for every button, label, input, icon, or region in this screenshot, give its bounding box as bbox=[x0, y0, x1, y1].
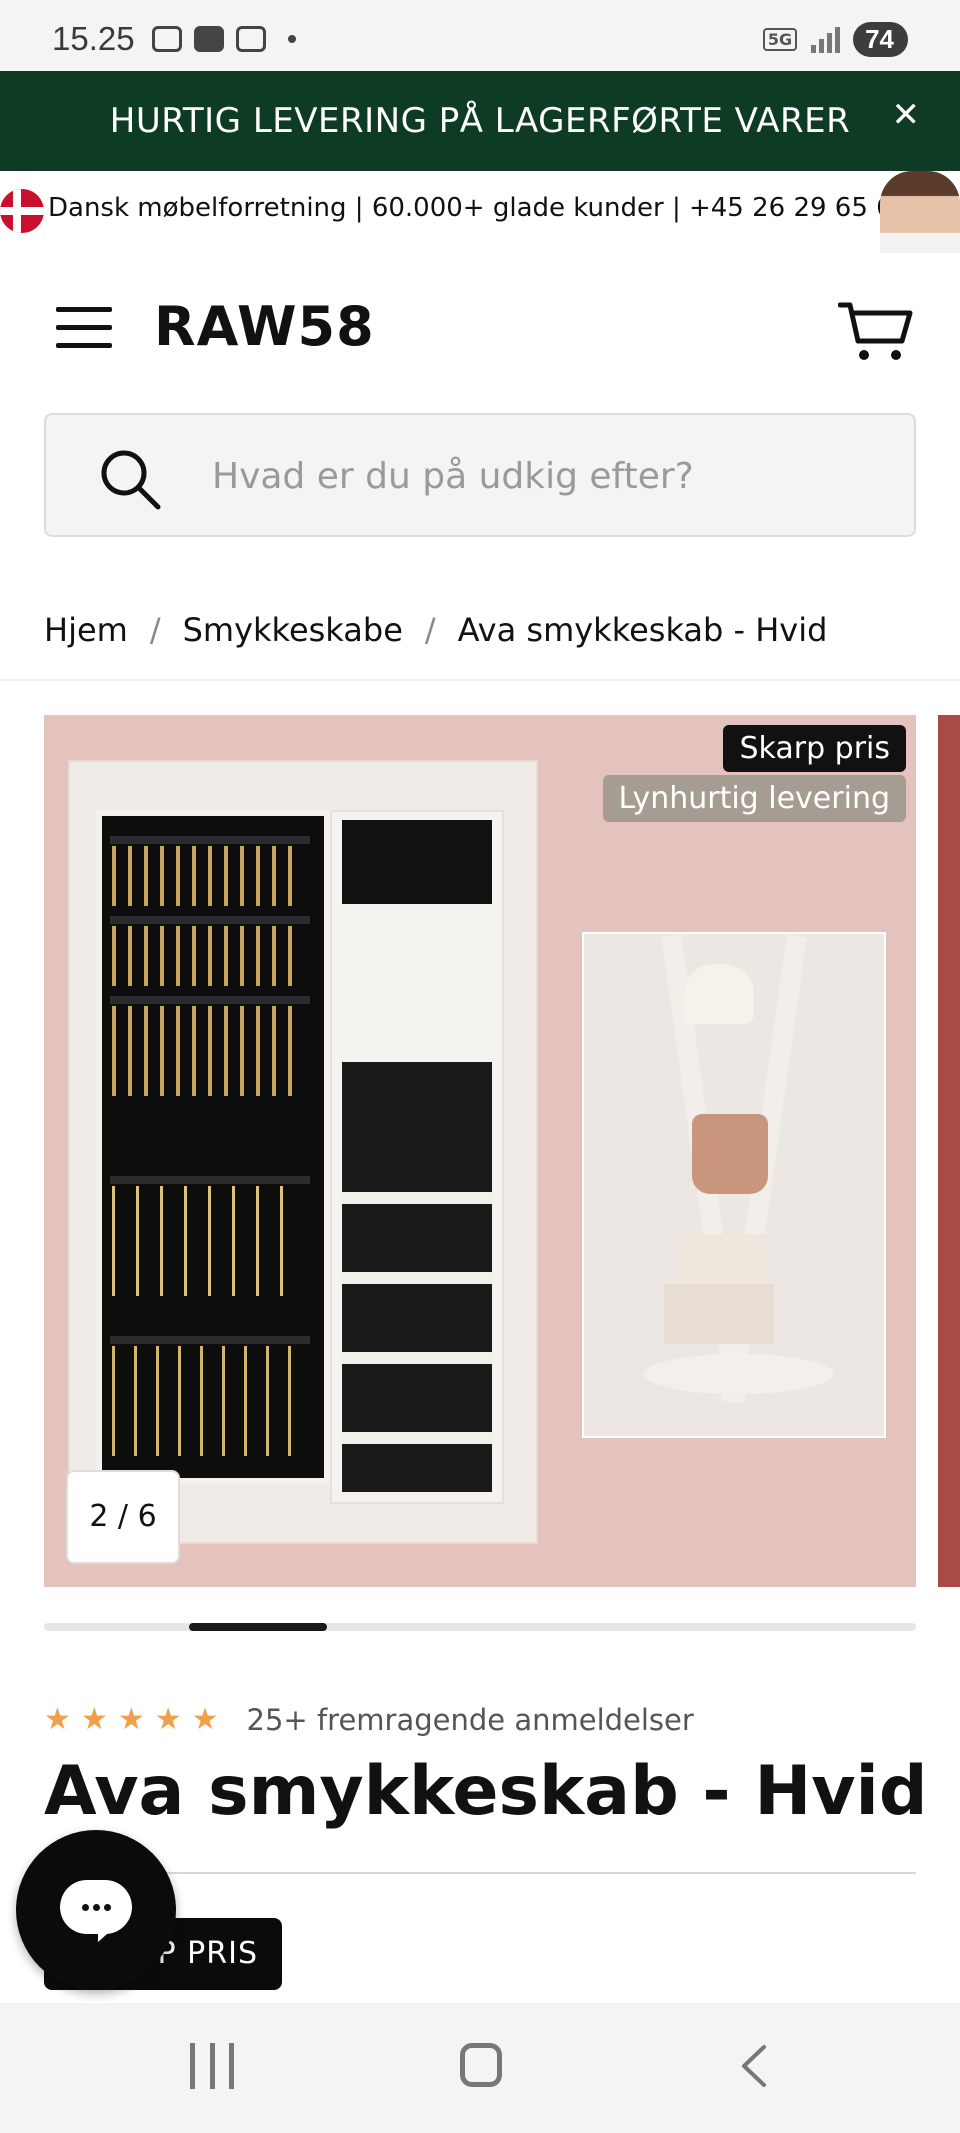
star-icon: ★ bbox=[80, 1702, 108, 1737]
promo-text: HURTIG LEVERING PÅ LAGERFØRTE VARER bbox=[109, 101, 851, 141]
battery-indicator: 74 bbox=[853, 22, 908, 57]
site-header: RAW58 bbox=[0, 253, 960, 585]
cabinet-body bbox=[330, 810, 504, 1504]
star-icon: ★ bbox=[44, 1702, 71, 1737]
chat-button[interactable] bbox=[16, 1830, 176, 1990]
cart-icon[interactable] bbox=[838, 301, 914, 363]
danish-flag-icon bbox=[0, 189, 44, 233]
product-image-stand bbox=[582, 932, 886, 1438]
product-image-cabinet bbox=[68, 760, 538, 1544]
reviews-text: 25+ fremragende anmeldelser bbox=[246, 1703, 694, 1737]
breadcrumb-category[interactable]: Smykkeskabe bbox=[183, 611, 403, 649]
info-text: Dansk møbelforretning | 60.000+ glade ku… bbox=[48, 193, 910, 223]
gallery-progress bbox=[44, 1623, 916, 1631]
next-image-peek[interactable] bbox=[938, 715, 960, 1587]
breadcrumb-separator: / bbox=[149, 611, 161, 649]
hamburger-icon[interactable] bbox=[56, 303, 112, 351]
chat-icon bbox=[60, 1880, 132, 1934]
more-notifications-icon bbox=[288, 35, 296, 43]
search-icon bbox=[101, 450, 161, 510]
close-icon[interactable]: ✕ bbox=[892, 95, 921, 135]
star-icon: ★ bbox=[191, 1702, 219, 1737]
product-image-gallery[interactable]: Skarp pris Lynhurtig levering 2 / 6 bbox=[44, 715, 916, 1587]
info-bar: Dansk møbelforretning | 60.000+ glade ku… bbox=[0, 171, 960, 254]
divider bbox=[44, 1872, 916, 1874]
signal-icon bbox=[811, 26, 841, 53]
screenshot-icon bbox=[152, 26, 182, 52]
badge-sharp-price: Skarp pris bbox=[723, 725, 906, 772]
search-box[interactable] bbox=[44, 413, 916, 537]
notification-icons bbox=[152, 26, 296, 52]
calendar-icon bbox=[236, 26, 266, 52]
support-avatar bbox=[880, 171, 960, 253]
home-icon[interactable] bbox=[460, 2043, 502, 2087]
search-input[interactable] bbox=[210, 443, 894, 509]
youtube-icon bbox=[194, 26, 224, 52]
network-type: 5G bbox=[762, 28, 798, 51]
badge-fast-delivery: Lynhurtig levering bbox=[602, 775, 906, 822]
breadcrumb-separator: / bbox=[424, 611, 436, 649]
promo-banner: HURTIG LEVERING PÅ LAGERFØRTE VARER ✕ bbox=[0, 71, 960, 171]
breadcrumb-current: Ava smykkeskab - Hvid bbox=[457, 611, 828, 649]
image-counter: 2 / 6 bbox=[66, 1470, 180, 1564]
back-icon[interactable] bbox=[740, 2043, 768, 2089]
breadcrumb-home[interactable]: Hjem bbox=[44, 611, 128, 649]
product-title: Ava smykkeskab - Hvid bbox=[44, 1752, 928, 1831]
system-nav-bar bbox=[0, 2003, 960, 2133]
star-icon: ★ bbox=[117, 1702, 145, 1737]
jewelry-door bbox=[96, 810, 330, 1484]
site-logo[interactable]: RAW58 bbox=[154, 295, 375, 358]
gallery-progress-fill bbox=[189, 1623, 328, 1631]
status-time: 15.25 bbox=[52, 20, 135, 57]
star-icon: ★ bbox=[154, 1702, 182, 1737]
status-bar: 15.25 5G 74 bbox=[0, 0, 960, 71]
breadcrumb: Hjem / Smykkeskabe / Ava smykkeskab - Hv… bbox=[0, 583, 960, 681]
recent-apps-icon[interactable] bbox=[190, 2043, 234, 2093]
product-reviews[interactable]: ★ ★ ★ ★ ★ 25+ fremragende anmeldelser bbox=[44, 1700, 694, 1740]
